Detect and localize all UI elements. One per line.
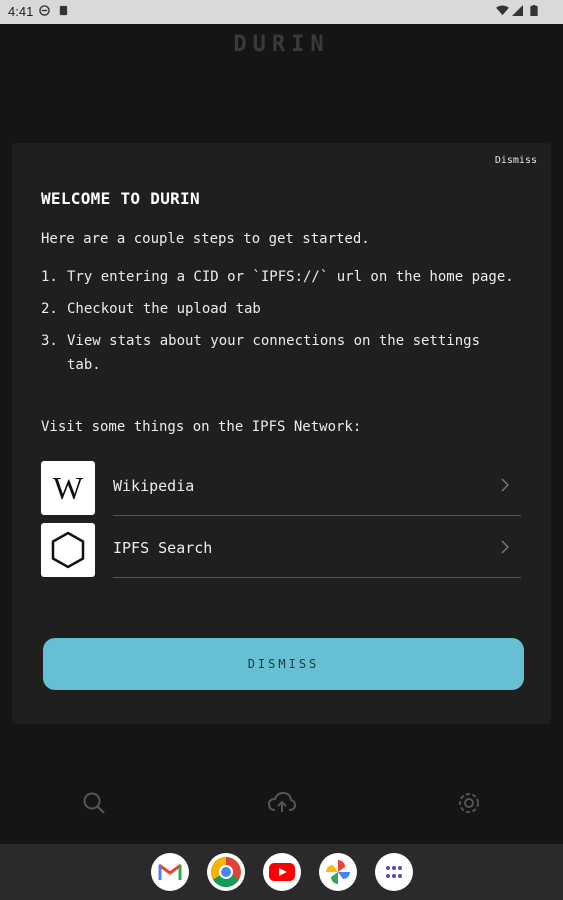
- hexagon-logo-icon: [41, 523, 95, 577]
- app-drawer-icon[interactable]: [375, 853, 413, 891]
- chevron-right-icon: [501, 478, 510, 492]
- link-wikipedia[interactable]: W Wikipedia: [41, 461, 521, 523]
- wifi-icon: [496, 5, 509, 16]
- battery-icon: [530, 5, 538, 16]
- step-number: 1.: [41, 269, 58, 285]
- gmail-icon[interactable]: [151, 853, 189, 891]
- visit-text: Visit some things on the IPFS Network:: [41, 419, 362, 435]
- search-icon[interactable]: [81, 790, 107, 816]
- notification-icon: [59, 5, 68, 16]
- app-dock: [0, 844, 563, 900]
- status-bar: 4:41: [0, 0, 563, 24]
- intro-text: Here are a couple steps to get started.: [41, 231, 370, 247]
- youtube-icon[interactable]: [263, 853, 301, 891]
- step-number: 3.: [41, 333, 58, 349]
- step-item: 2. Checkout the upload tab: [41, 297, 521, 321]
- dismiss-button[interactable]: DISMISS: [43, 638, 524, 690]
- dismiss-link[interactable]: Dismiss: [495, 155, 537, 166]
- step-text: View stats about your connections on the…: [67, 333, 481, 373]
- step-text: Try entering a CID or `IPFS://` url on t…: [67, 269, 514, 285]
- app-title: DURIN: [233, 32, 330, 57]
- welcome-dialog: Dismiss WELCOME TO DURIN Here are a coup…: [12, 143, 551, 724]
- steps-list: 1. Try entering a CID or `IPFS://` url o…: [41, 265, 521, 385]
- vpn-icon: [39, 5, 50, 16]
- wikipedia-logo-icon: W: [41, 461, 95, 515]
- signal-icon: [512, 5, 523, 16]
- bottom-nav: [0, 772, 563, 832]
- divider: [113, 515, 521, 516]
- upload-cloud-icon[interactable]: [268, 790, 296, 816]
- settings-icon[interactable]: [456, 790, 482, 816]
- step-item: 3. View stats about your connections on …: [41, 329, 521, 377]
- link-label: Wikipedia: [113, 477, 195, 495]
- photos-icon[interactable]: [319, 853, 357, 891]
- step-item: 1. Try entering a CID or `IPFS://` url o…: [41, 265, 521, 289]
- dialog-title: WELCOME TO DURIN: [41, 189, 200, 208]
- chevron-right-icon: [501, 540, 510, 554]
- step-text: Checkout the upload tab: [67, 301, 261, 317]
- chrome-icon[interactable]: [207, 853, 245, 891]
- svg-text:W: W: [53, 473, 84, 503]
- link-ipfs-search[interactable]: IPFS Search: [41, 523, 521, 585]
- link-label: IPFS Search: [113, 539, 213, 557]
- divider: [113, 577, 521, 578]
- status-time: 4:41: [8, 4, 34, 19]
- step-number: 2.: [41, 301, 58, 317]
